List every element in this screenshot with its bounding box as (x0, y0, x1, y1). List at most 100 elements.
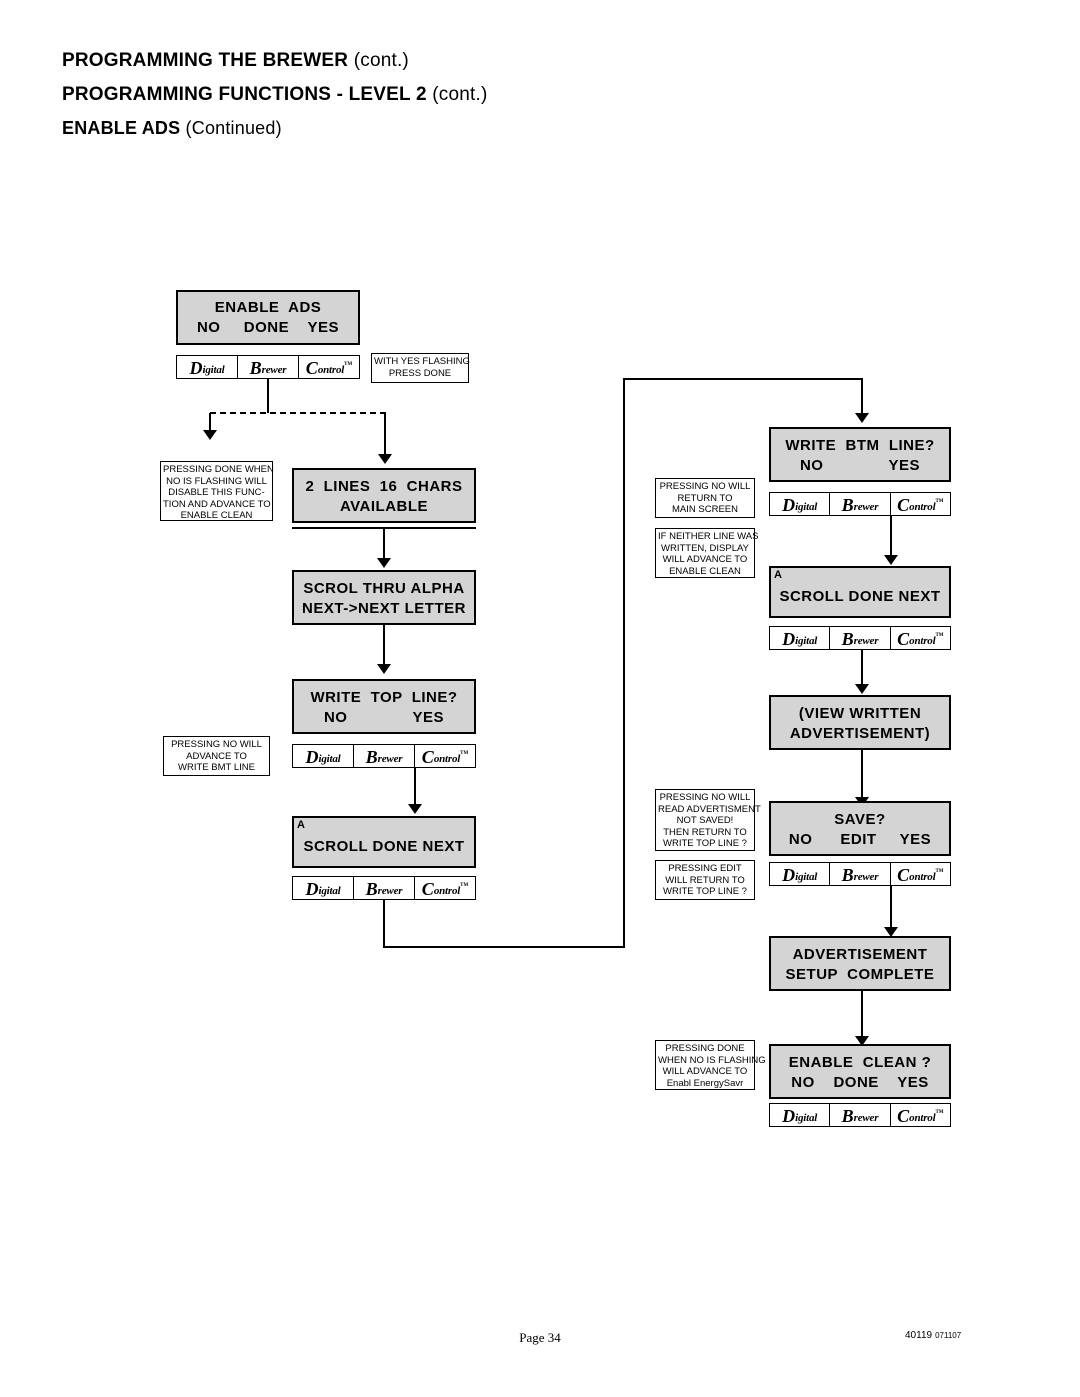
logo-digital-rest: igital (795, 871, 818, 883)
logo-digital-cap: D (189, 358, 203, 378)
screen-view-written-line2: ADVERTISEMENT) (789, 725, 931, 742)
note-pressing-done-disable: PRESSING DONE WHEN NO IS FLASHING WILL D… (160, 461, 274, 521)
logo-segment-digital: Digital (770, 493, 831, 515)
digital-brewer-control-logo-2: Digital Brewer Control TM (292, 744, 476, 768)
connector-left-branch-down (209, 413, 211, 431)
screen-scroll-done-next-right: SCROLL DONE NEXT (769, 566, 951, 618)
note-pressing-edit-return-line-3: WRITE TOP LINE ? (663, 886, 747, 897)
screen-lines-chars-line1: 2 LINES 16 CHARS (305, 478, 463, 495)
logo-control-cap: C (897, 629, 910, 649)
note-pressing-edit-return-line-2: WILL RETURN TO (665, 874, 745, 886)
note-pressing-no-read-ad-line-1: PRESSING NO WILL (659, 792, 751, 803)
screen-scroll-done-next-left: SCROLL DONE NEXT (292, 816, 476, 868)
connector-right-branch-down (384, 413, 386, 455)
logo-control-cap: C (421, 747, 434, 767)
logo-trademark: TM (344, 361, 353, 367)
page-title-line-1-bold: PROGRAMMING THE BREWER (62, 50, 349, 71)
logo-digital-rest: igital (795, 635, 818, 647)
digital-brewer-control-logo-7: Digital Brewer Control TM (769, 1103, 951, 1127)
screen-enable-clean-line1: ENABLE CLEAN ? (788, 1054, 932, 1071)
logo-segment-brewer: Brewer (830, 1104, 891, 1126)
note-pressing-done-disable-line-3: DISABLE THIS FUNC- (168, 487, 265, 498)
logo-control-cap: C (305, 358, 318, 378)
note-pressing-no-advance-btm-line-2: ADVANCE TO (186, 750, 247, 762)
logo-brewer-cap: B (841, 1106, 854, 1126)
note-pressing-no-read-ad: PRESSING NO WILL READ ADVERTISMENT NOT S… (655, 789, 761, 851)
arrow-scroll-to-view (855, 684, 869, 694)
logo-control-rest: ontrol (317, 364, 345, 376)
note-pressing-no-return-main: PRESSING NO WILL RETURN TO MAIN SCREEN (655, 478, 755, 518)
screen-view-written-advertisement: (VIEW WRITTEN ADVERTISEMENT) (769, 695, 951, 750)
note-pressing-done-disable-line-5: ENABLE CLEAN (180, 510, 253, 521)
page-title-line-1: PROGRAMMING THE BREWER (cont.) (62, 50, 762, 72)
screen-scroll-thru-alpha-line1: SCROL THRU ALPHA (303, 580, 465, 597)
logo-control-rest: ontrol (909, 635, 936, 647)
logo-digital-rest: igital (795, 1112, 818, 1124)
arrow-right-branch (378, 454, 392, 464)
note-with-yes-flashing-line-1: WITH YES FLASHING (374, 356, 470, 367)
screen-write-btm-line-line2: NO YES (799, 457, 921, 474)
note-if-neither-line: IF NEITHER LINE WAS WRITTEN, DISPLAY WIL… (655, 528, 758, 578)
screen-ad-setup-line2: SETUP COMPLETE (785, 966, 935, 983)
logo-brewer-cap: B (365, 747, 378, 767)
page-title-line-3: ENABLE ADS (Continued) (62, 118, 762, 139)
screen-write-top-line-line2: NO YES (323, 709, 445, 726)
digital-brewer-control-logo: Digital Brewer Control TM (176, 355, 360, 379)
logo-brewer-rest: rewer (853, 871, 879, 883)
logo-brewer-rest: rewer (377, 885, 403, 897)
note-pressing-done-disable-line-2: NO IS FLASHING WILL (166, 475, 267, 487)
note-pressing-no-return-main-line-1: PRESSING NO WILL (659, 481, 751, 492)
logo-digital-cap: D (782, 495, 796, 515)
logo-brewer-rest: rewer (377, 753, 403, 765)
logo-digital-rest: igital (795, 501, 818, 513)
screen-lines-chars-line2: AVAILABLE (339, 498, 429, 515)
connector-write-top-to-scroll (414, 768, 416, 805)
note-pressing-done-energysavr-line-4: Enabl EnergySavr (666, 1077, 744, 1089)
arrow-write-top-to-scroll (408, 804, 422, 814)
logo-segment-control: Control TM (891, 627, 950, 649)
connector-scroll-to-view (861, 650, 863, 685)
page-heading-block: PROGRAMMING THE BREWER (cont.) PROGRAMMI… (62, 50, 762, 139)
logo-segment-brewer: Brewer (354, 877, 415, 899)
screen-write-top-line: WRITE TOP LINE? NO YES (292, 679, 476, 734)
logo-brewer-cap: B (249, 358, 262, 378)
screen-scroll-done-next-right-line1: SCROLL DONE NEXT (779, 588, 941, 605)
note-pressing-done-energysavr-line-3: WILL ADVANCE TO (662, 1066, 748, 1077)
logo-segment-brewer: Brewer (238, 356, 299, 378)
screen-scroll-done-next-left-line1: SCROLL DONE NEXT (303, 838, 465, 855)
logo-brewer-cap: B (841, 629, 854, 649)
arrow-lines-to-alpha (377, 558, 391, 568)
connector-btm-to-scroll (890, 516, 892, 556)
logo-segment-brewer: Brewer (830, 627, 891, 649)
connector-scroll-left-down (383, 900, 385, 948)
logo-control-cap: C (897, 495, 910, 515)
screen-scroll-thru-alpha-line2: NEXT->NEXT LETTER (302, 600, 466, 617)
screen-scroll-thru-alpha: SCROL THRU ALPHA NEXT->NEXT LETTER (292, 570, 476, 625)
logo-trademark: TM (935, 868, 944, 874)
logo-segment-control: Control TM (891, 1104, 950, 1126)
screen-advertisement-setup-complete: ADVERTISEMENT SETUP COMPLETE (769, 936, 951, 991)
marker-a-right: A (774, 569, 782, 581)
digital-brewer-control-logo-4: Digital Brewer Control TM (769, 492, 951, 516)
note-pressing-no-advance-btm-line-3: WRITE BMT LINE (178, 762, 255, 773)
note-pressing-no-advance-btm-line-1: PRESSING NO WILL (171, 739, 262, 750)
logo-trademark: TM (935, 632, 944, 638)
logo-control-cap: C (897, 865, 910, 885)
screen-view-written-line1: (VIEW WRITTEN (798, 705, 922, 722)
page-title-line-2-light: (cont.) (432, 84, 488, 105)
logo-digital-cap: D (782, 629, 796, 649)
screen-lines-chars: 2 LINES 16 CHARS AVAILABLE (292, 468, 476, 523)
logo-segment-brewer: Brewer (830, 863, 891, 885)
note-with-yes-flashing-line-2: PRESS DONE (388, 367, 452, 379)
digital-brewer-control-logo-5: Digital Brewer Control TM (769, 626, 951, 650)
connector-lines-to-alpha (383, 529, 385, 559)
logo-brewer-cap: B (365, 879, 378, 899)
note-with-yes-flashing: WITH YES FLASHING PRESS DONE (371, 353, 470, 383)
logo-control-rest: ontrol (433, 753, 461, 765)
logo-control-rest: ontrol (433, 885, 461, 897)
arrow-alpha-to-write-top (377, 664, 391, 674)
note-pressing-done-energysavr-line-2: WHEN NO IS FLASHING (658, 1054, 766, 1066)
logo-segment-digital: Digital (770, 1104, 831, 1126)
logo-segment-brewer: Brewer (354, 745, 415, 767)
logo-digital-rest: igital (202, 364, 225, 376)
